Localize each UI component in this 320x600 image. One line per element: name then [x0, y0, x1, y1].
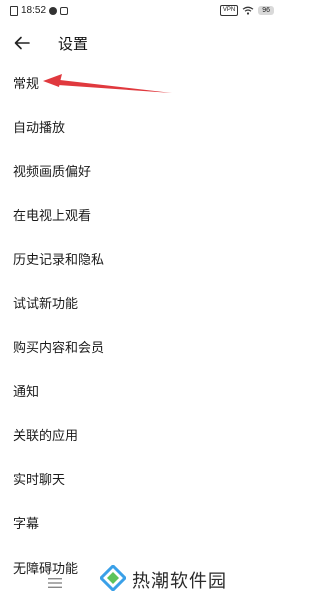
settings-item-purchases-memberships[interactable]: 购买内容和会员 [0, 324, 284, 368]
message-icon [60, 6, 69, 15]
status-bar-right: VPN 96 [219, 5, 274, 16]
menu-icon[interactable] [48, 578, 62, 588]
wifi-icon [242, 6, 254, 15]
settings-item-watch-on-tv[interactable]: 在电视上观看 [0, 192, 284, 236]
settings-item-captions[interactable]: 字幕 [0, 500, 284, 544]
status-bar-left: 18:52 [10, 5, 69, 16]
settings-item-try-new-features[interactable]: 试试新功能 [0, 280, 284, 324]
settings-item-accessibility[interactable]: 无障碍功能 [13, 558, 78, 577]
notification-dot-icon [49, 6, 58, 15]
settings-item-notifications[interactable]: 通知 [0, 368, 284, 412]
vpn-badge: VPN [219, 5, 239, 16]
sim-icon [10, 5, 18, 16]
watermark-logo-icon [100, 565, 126, 591]
battery-icon: 96 [258, 6, 274, 15]
settings-item-autoplay[interactable]: 自动播放 [0, 104, 284, 148]
status-bar: 18:52 VPN 96 [0, 0, 284, 24]
settings-list: 常规 自动播放 视频画质偏好 在电视上观看 历史记录和隐私 试试新功能 购买内容… [0, 60, 284, 544]
page-title: 设置 [58, 35, 89, 53]
watermark-text: 热潮软件园 [132, 571, 227, 592]
settings-item-live-chat[interactable]: 实时聊天 [0, 456, 284, 500]
settings-item-connected-apps[interactable]: 关联的应用 [0, 412, 284, 456]
settings-item-history-privacy[interactable]: 历史记录和隐私 [0, 236, 284, 280]
bottom-area: 无障碍功能 热潮软件园 [0, 558, 284, 600]
status-time: 18:52 [21, 5, 47, 16]
arrow-left-icon [14, 36, 30, 50]
app-header: 设置 [0, 28, 284, 58]
settings-item-general[interactable]: 常规 [0, 60, 284, 104]
back-button[interactable] [12, 33, 32, 53]
settings-item-video-quality[interactable]: 视频画质偏好 [0, 148, 284, 192]
